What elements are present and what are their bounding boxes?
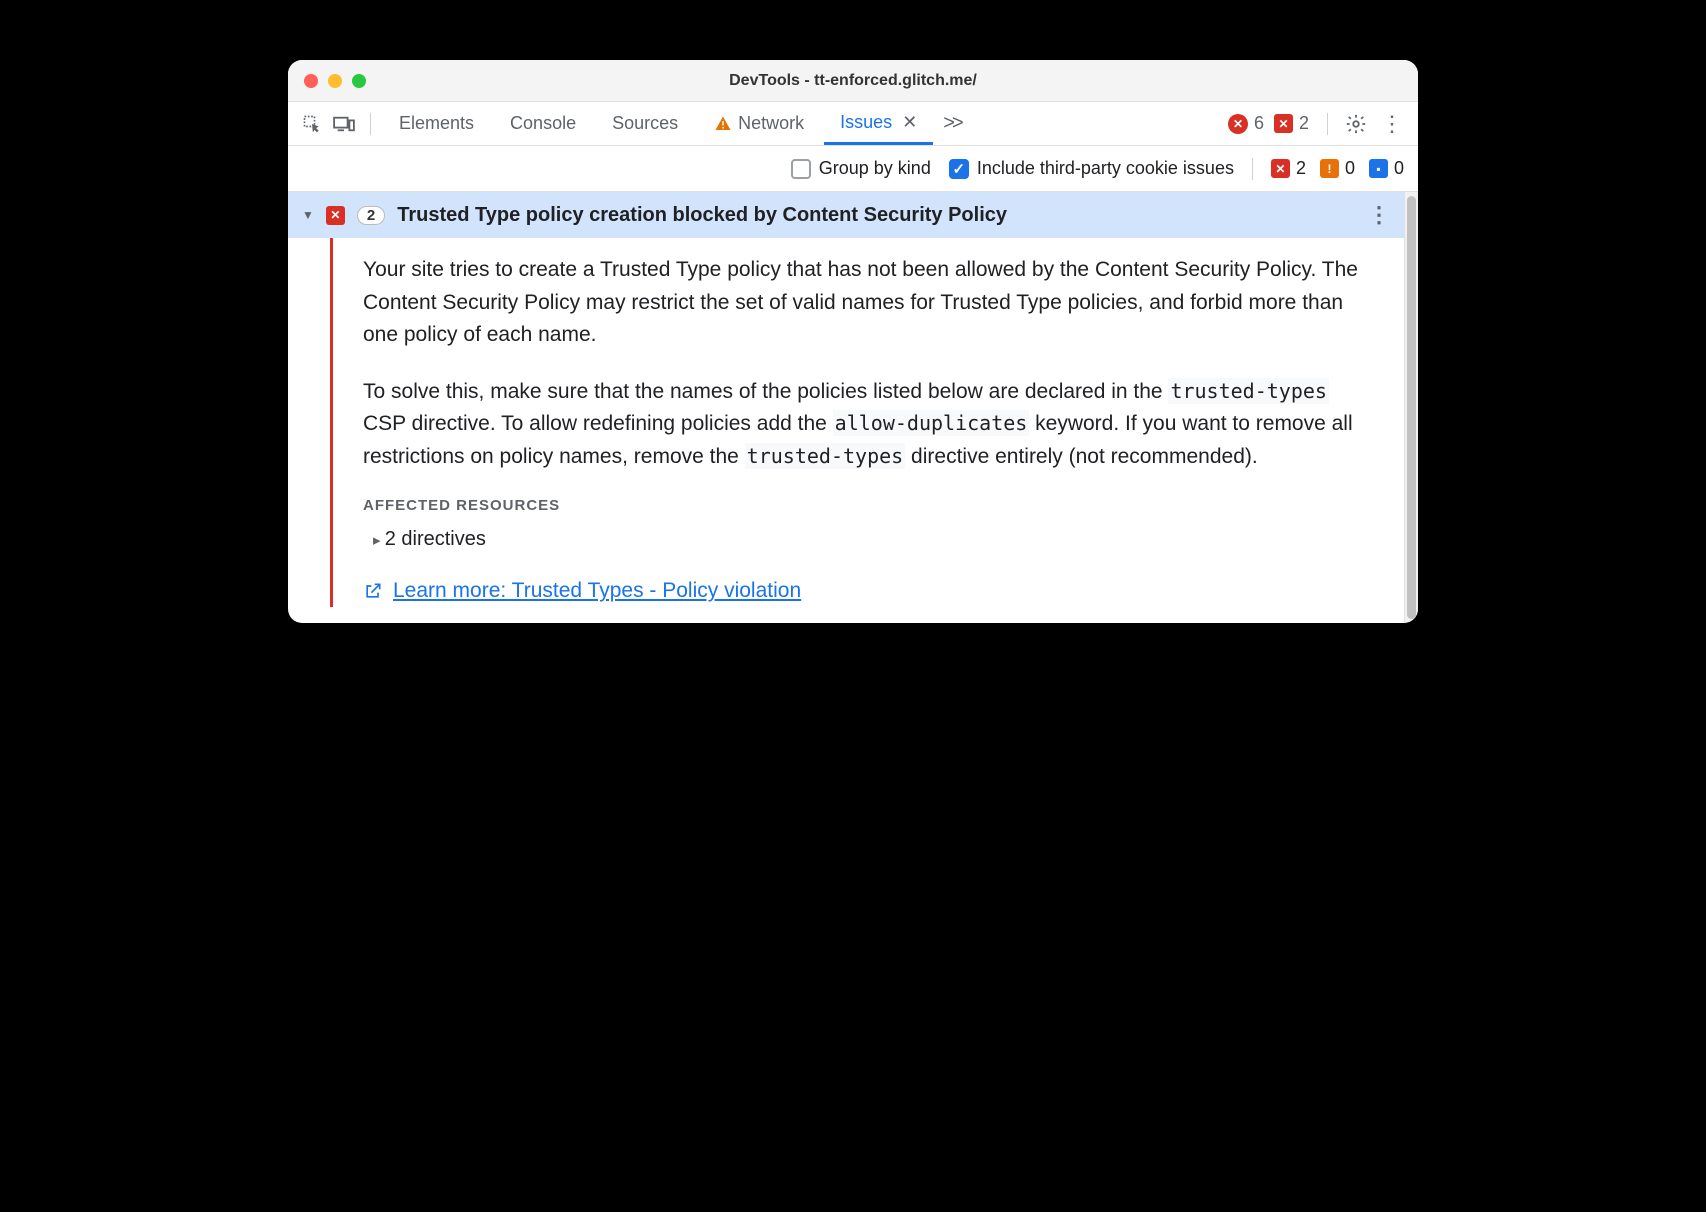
warning-icon: ! [1320, 159, 1339, 178]
scrollbar-thumb[interactable] [1407, 196, 1416, 619]
external-link-icon [363, 581, 383, 601]
inspect-icon[interactable] [298, 114, 326, 134]
tab-label: Console [510, 113, 576, 134]
tab-label: Elements [399, 113, 474, 134]
count-value: 2 [1296, 158, 1306, 179]
affected-resources-label: AFFECTED RESOURCES [363, 497, 1374, 514]
issue-badge[interactable]: ✕ 2 [1274, 113, 1309, 134]
close-icon[interactable]: ✕ [902, 112, 917, 133]
more-icon[interactable]: ⋮ [1376, 111, 1408, 137]
issues-panel: ▼ ✕ 2 Trusted Type policy creation block… [288, 192, 1404, 623]
checkbox-label: Group by kind [819, 158, 931, 179]
checkbox-label: Include third-party cookie issues [977, 158, 1234, 179]
device-icon[interactable] [330, 115, 358, 133]
zoom-window-button[interactable] [352, 74, 366, 88]
traffic-lights [304, 74, 366, 88]
count-value: 0 [1345, 158, 1355, 179]
more-tabs-icon[interactable]: >> [937, 112, 966, 135]
tab-network[interactable]: Network [698, 102, 820, 145]
count-value: 0 [1394, 158, 1404, 179]
blocked-count: 2 [1299, 113, 1309, 134]
minimize-window-button[interactable] [328, 74, 342, 88]
content-area: ▼ ✕ 2 Trusted Type policy creation block… [288, 192, 1418, 623]
tab-elements[interactable]: Elements [383, 102, 490, 145]
checkbox-checked-icon: ✓ [949, 159, 969, 179]
issue-header[interactable]: ▼ ✕ 2 Trusted Type policy creation block… [288, 192, 1404, 238]
tab-label: Sources [612, 113, 678, 134]
blocked-icon: ✕ [1271, 159, 1290, 178]
learn-more-row: Learn more: Trusted Types - Policy viola… [363, 579, 1374, 603]
checkbox-icon [791, 159, 811, 179]
blocked-icon: ✕ [1274, 114, 1293, 133]
tabbar: Elements Console Sources Network Issues … [288, 102, 1418, 146]
separator [1327, 113, 1328, 135]
code-allow-duplicates: allow-duplicates [833, 410, 1030, 436]
group-by-kind-checkbox[interactable]: Group by kind [791, 158, 931, 179]
tab-label: Network [738, 113, 804, 134]
titlebar: DevTools - tt-enforced.glitch.me/ [288, 60, 1418, 102]
directives-disclosure[interactable]: 2 directives [373, 528, 1374, 551]
separator [1252, 158, 1253, 180]
info-icon: ▪ [1369, 159, 1388, 178]
tab-issues[interactable]: Issues ✕ [824, 102, 933, 145]
warning-icon [714, 115, 732, 133]
separator [370, 113, 371, 135]
tab-label: Issues [840, 112, 892, 133]
blocked-count-pair[interactable]: ✕2 [1271, 158, 1306, 179]
code-trusted-types-2: trusted-types [745, 443, 906, 469]
close-window-button[interactable] [304, 74, 318, 88]
include-third-party-checkbox[interactable]: ✓ Include third-party cookie issues [949, 158, 1234, 179]
error-count: 6 [1254, 113, 1264, 134]
error-icon: ✕ [1228, 114, 1248, 134]
issue-count-pill: 2 [357, 206, 385, 225]
issue-description-1: Your site tries to create a Trusted Type… [363, 254, 1374, 352]
tab-sources[interactable]: Sources [596, 102, 694, 145]
error-badge[interactable]: ✕ 6 [1228, 113, 1264, 134]
scrollbar[interactable] [1404, 192, 1418, 623]
issues-toolbar: Group by kind ✓ Include third-party cook… [288, 146, 1418, 192]
tab-console[interactable]: Console [494, 102, 592, 145]
info-count-pair[interactable]: ▪0 [1369, 158, 1404, 179]
issue-counts: ✕2 !0 ▪0 [1271, 158, 1404, 179]
blocked-icon: ✕ [326, 206, 345, 225]
issue-menu-icon[interactable]: ⋮ [1368, 202, 1390, 228]
issue-title: Trusted Type policy creation blocked by … [397, 204, 1007, 227]
warning-count-pair[interactable]: !0 [1320, 158, 1355, 179]
devtools-window: DevTools - tt-enforced.glitch.me/ Elemen… [288, 60, 1418, 623]
learn-more-link[interactable]: Learn more: Trusted Types - Policy viola… [393, 579, 801, 603]
code-trusted-types: trusted-types [1168, 378, 1329, 404]
issue-body: Your site tries to create a Trusted Type… [330, 238, 1404, 607]
issue-description-2: To solve this, make sure that the names … [363, 376, 1374, 474]
window-title: DevTools - tt-enforced.glitch.me/ [288, 72, 1418, 90]
settings-icon[interactable] [1340, 113, 1372, 135]
expand-icon[interactable]: ▼ [302, 208, 314, 222]
